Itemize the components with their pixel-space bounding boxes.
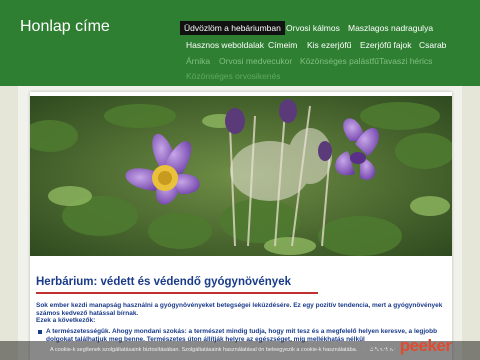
nav-item-nadragulya[interactable]: Maszlagos nadragulya bbox=[348, 23, 433, 33]
nav-item-ezerjofu-fajok[interactable]: Ezerjófű fajok bbox=[360, 40, 412, 50]
nav-item-cimeim[interactable]: Címeim bbox=[268, 40, 297, 50]
nav-item-arnika[interactable]: Árnika bbox=[186, 56, 210, 66]
nav-item-welcome[interactable]: Üdvözlöm a hebáriumban bbox=[180, 21, 285, 35]
nav-item-medvecukor[interactable]: Orvosi medvecukor bbox=[219, 56, 292, 66]
page-background: Herbárium: védett és védendő gyógynövény… bbox=[18, 86, 462, 360]
content-card: Herbárium: védett és védendő gyógynövény… bbox=[30, 92, 452, 360]
nav-item-kis-ezerjofu[interactable]: Kis ezerjófű bbox=[307, 40, 351, 50]
nav-item-orvosikenes[interactable]: Közönséges orvosikenés bbox=[186, 71, 281, 81]
article-title: Herbárium: védett és védendő gyógynövény… bbox=[36, 276, 291, 288]
title-underline bbox=[36, 292, 318, 294]
nav-item-kalmos[interactable]: Orvosi kálmos bbox=[286, 23, 340, 33]
bullet-icon bbox=[38, 330, 42, 334]
site-header: Honlap címe Üdvözlöm a hebáriumban Orvos… bbox=[0, 0, 480, 86]
hero-image-pasque-flowers bbox=[30, 96, 452, 256]
pagepeeker-watermark: pagepeeker bbox=[362, 336, 474, 356]
site-title[interactable]: Honlap címe bbox=[20, 18, 110, 36]
intro-paragraph: Sok ember kezdi manapság használni a gyó… bbox=[36, 302, 443, 317]
watermark-part2: peeker bbox=[399, 336, 452, 355]
watermark-part1: page bbox=[362, 336, 400, 355]
nav-item-csarab[interactable]: Csarab bbox=[419, 40, 446, 50]
list-intro: Ezek a következők: bbox=[36, 317, 96, 324]
nav-item-palastfu[interactable]: Közönséges palástfű bbox=[300, 56, 379, 66]
nav-item-herics[interactable]: Tavaszi hérics bbox=[379, 56, 432, 66]
nav-item-hasznos[interactable]: Hasznos weboldalak bbox=[186, 40, 264, 50]
watermark-logo: pagepeeker bbox=[362, 336, 452, 356]
cookie-text: A cookie-k segítenek szolgáltatásaink bi… bbox=[50, 347, 358, 353]
